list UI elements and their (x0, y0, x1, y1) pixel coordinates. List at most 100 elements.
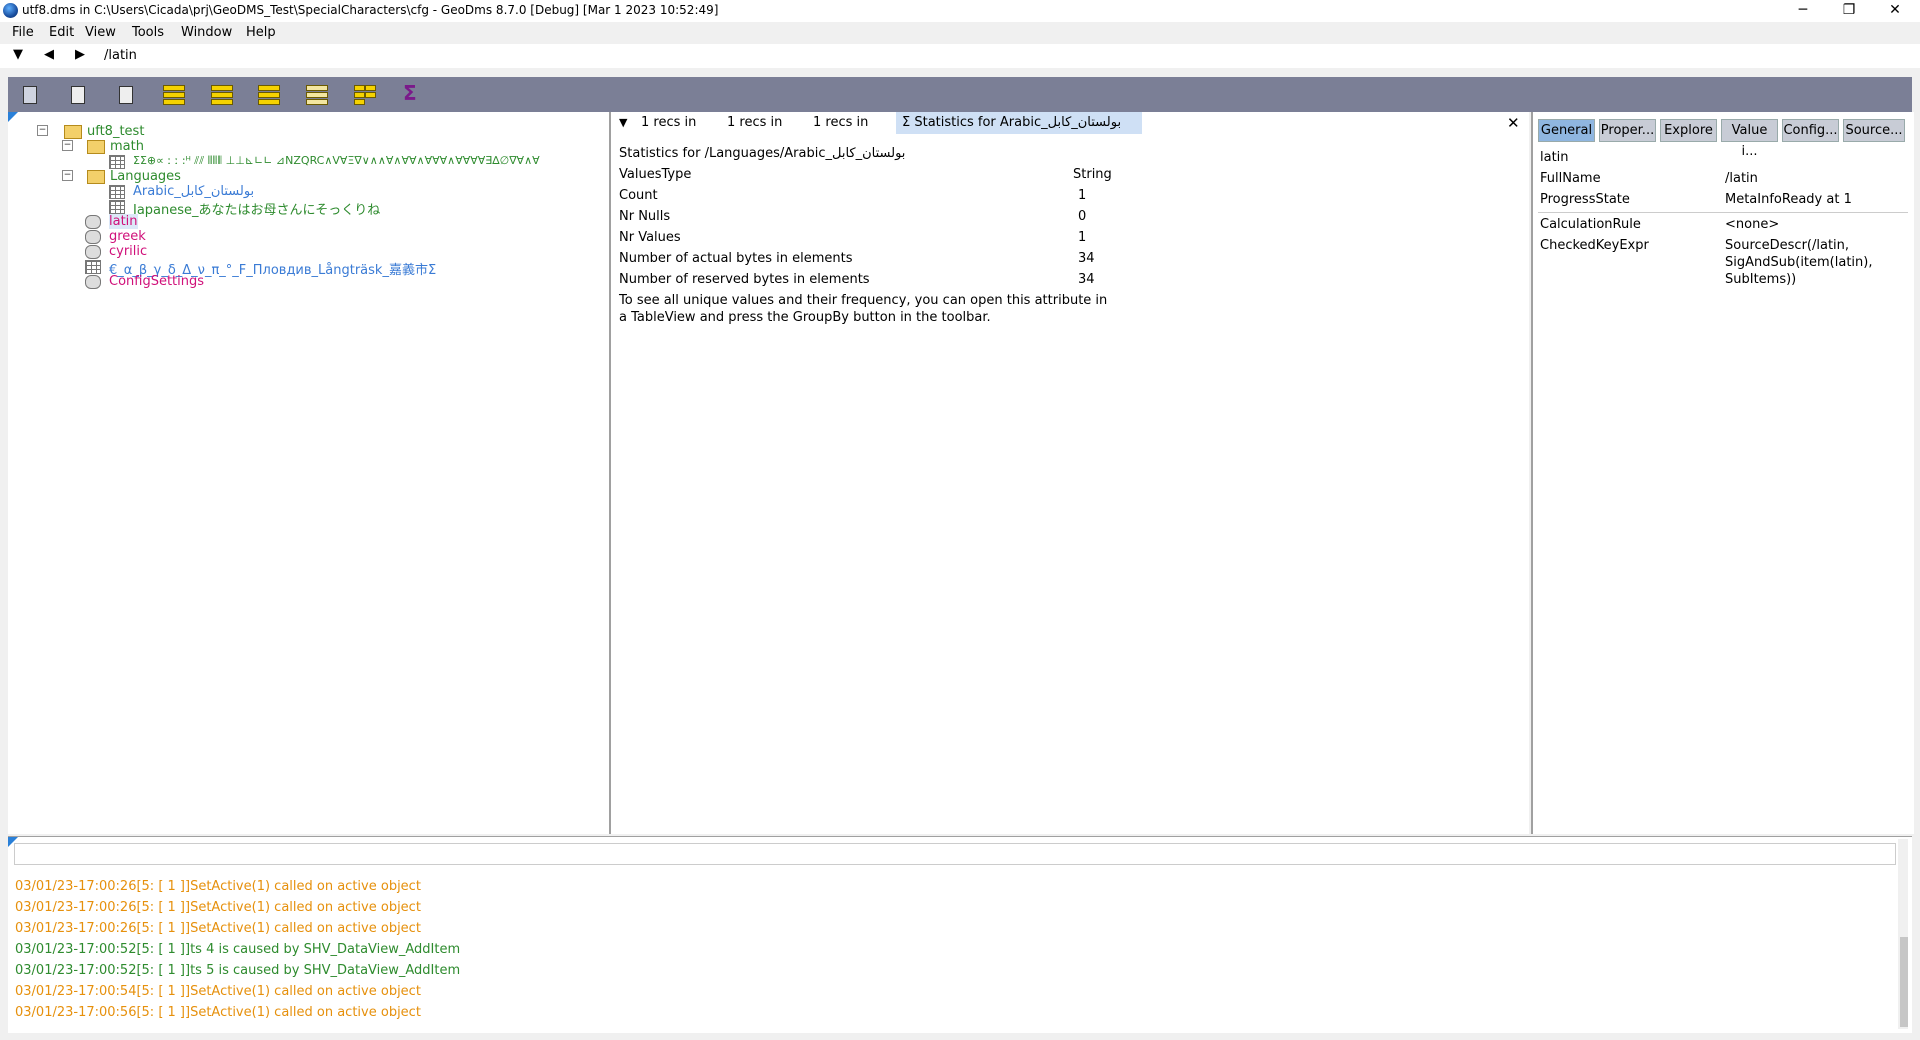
dropdown-icon[interactable]: ▼ (13, 47, 23, 62)
tab-recs-1[interactable]: 1 recs in (641, 112, 696, 134)
item-name: latin (1540, 150, 1569, 165)
stat-value: 1 (1078, 188, 1087, 203)
statistics-sigma-icon[interactable]: Σ (400, 81, 424, 107)
tree-item-cyrilic[interactable]: cyrilic (109, 244, 147, 259)
prop-key: FullName (1540, 171, 1601, 186)
folder-icon (64, 125, 82, 139)
stat-label: ValuesType (619, 167, 692, 182)
table-icon (109, 155, 125, 169)
menu-view[interactable]: View (85, 25, 116, 40)
groupby-hint: To see all unique values and their frequ… (619, 293, 1108, 308)
log-line: 03/01/23-17:00:54[5: [ 1 ]]SetActive(1) … (15, 984, 421, 999)
toolbar: Σ (8, 77, 1912, 112)
log-line: 03/01/23-17:00:26[5: [ 1 ]]SetActive(1) … (15, 921, 421, 936)
tab-value-info[interactable]: Value i... (1721, 119, 1778, 159)
unit-icon (85, 245, 101, 259)
tree-item-special-characters[interactable]: €_α_β_γ_δ_Δ_ν_π_°_F_Пловдив_Långträsk_嘉義… (109, 259, 436, 278)
save-icon[interactable] (18, 83, 42, 107)
menu-bar: File Edit View Tools Window Help (0, 22, 1920, 44)
current-path-input[interactable]: /latin (104, 48, 137, 63)
detail-pages: General Proper... Explore Value i... Con… (1531, 112, 1914, 834)
stat-value: 1 (1078, 230, 1087, 245)
tree-item-config-settings[interactable]: ConfigSettings (109, 274, 204, 289)
corner-marker-icon (8, 112, 18, 122)
event-log: 03/01/23-17:00:26[5: [ 1 ]]SetActive(1) … (8, 836, 1912, 1033)
unit-icon (85, 230, 101, 244)
collapse-icon[interactable]: − (62, 170, 73, 181)
map-view-icon[interactable] (256, 83, 280, 107)
tab-explore[interactable]: Explore (1660, 119, 1717, 142)
tree-item-math-symbols[interactable]: ΣΣ⊕∝ ː ː :ᴴ ⫽⫽ ⦀⦀⦀ ⊥⊥⊾∟∟ ⊿NZQRC∧V∀Ξ∇∨∧∧∀… (133, 154, 540, 169)
back-icon[interactable]: ◀ (44, 47, 54, 62)
stat-value: 34 (1078, 272, 1095, 287)
tab-general[interactable]: General (1538, 119, 1595, 142)
menu-file[interactable]: File (12, 25, 34, 40)
menu-tools[interactable]: Tools (132, 25, 164, 40)
stat-label: Nr Values (619, 230, 681, 245)
log-line: 03/01/23-17:00:52[5: [ 1 ]]ts 4 is cause… (15, 942, 461, 957)
forward-icon[interactable]: ▶ (75, 47, 85, 62)
collapse-icon[interactable]: − (62, 140, 73, 151)
table-view-cursor-icon[interactable] (209, 83, 233, 107)
tab-recs-2[interactable]: 1 recs in (727, 112, 782, 134)
tab-source[interactable]: Source... (1843, 119, 1905, 142)
stat-value: String (1073, 167, 1112, 182)
close-tab-icon[interactable]: ✕ (1507, 112, 1520, 134)
copy-icon[interactable] (66, 83, 90, 107)
paste-icon[interactable] (114, 83, 138, 107)
divider (1538, 212, 1908, 213)
log-line: 03/01/23-17:00:52[5: [ 1 ]]ts 5 is cause… (15, 963, 461, 978)
log-filter-input[interactable] (14, 843, 1896, 865)
prop-value: SigAndSub(item(latin), (1725, 255, 1873, 270)
tab-statistics[interactable]: Σ Statistics for Arabic_بولستان_كابل (896, 112, 1142, 134)
folder-icon (87, 140, 105, 154)
menu-window[interactable]: Window (181, 25, 232, 40)
tree-item-languages[interactable]: Languages (110, 169, 181, 184)
split-view-icon[interactable] (352, 83, 376, 107)
prop-value: /latin (1725, 171, 1758, 186)
statistics-heading: Statistics for /Languages/Arabic_بولستان… (619, 146, 906, 161)
log-line: 03/01/23-17:00:26[5: [ 1 ]]SetActive(1) … (15, 900, 421, 915)
log-line: 03/01/23-17:00:56[5: [ 1 ]]SetActive(1) … (15, 1005, 421, 1020)
tab-recs-3[interactable]: 1 recs in (813, 112, 868, 134)
geodms-app-icon (3, 3, 18, 18)
tab-properties[interactable]: Proper... (1599, 119, 1656, 142)
table-icon (109, 200, 125, 214)
tree-item-root[interactable]: uft8_test (87, 124, 144, 139)
unit-icon (85, 215, 101, 229)
stat-value: 34 (1078, 251, 1095, 266)
stat-label: Count (619, 188, 658, 203)
tree-item-greek[interactable]: greek (109, 229, 146, 244)
tab-filter-icon[interactable]: ▼ (619, 112, 627, 134)
menu-edit[interactable]: Edit (49, 25, 74, 40)
tree-item-japanese[interactable]: Japanese_あなたはお母さんにそっくりね (133, 199, 380, 218)
menu-help[interactable]: Help (246, 25, 276, 40)
window-title: utf8.dms in C:\Users\Cicada\prj\GeoDMS_T… (22, 3, 719, 17)
minimize-button[interactable]: ─ (1780, 0, 1826, 22)
prop-key: CheckedKeyExpr (1540, 238, 1649, 253)
tree-item-arabic[interactable]: Arabic_بولستان_كابل (133, 184, 254, 199)
stat-label: Number of actual bytes in elements (619, 251, 853, 266)
log-line: 03/01/23-17:00:26[5: [ 1 ]]SetActive(1) … (15, 879, 421, 894)
prop-value: SourceDescr(/latin, (1725, 238, 1850, 253)
prop-value: SubItems)) (1725, 272, 1797, 287)
prop-value: MetaInfoReady at 1 (1725, 192, 1852, 207)
prop-key: CalculationRule (1540, 217, 1641, 232)
prop-key: ProgressState (1540, 192, 1630, 207)
statistics-view: ▼ 1 recs in 1 recs in 1 recs in Σ Statis… (611, 112, 1529, 834)
stat-label: Nr Nulls (619, 209, 671, 224)
restore-button[interactable]: ❐ (1826, 0, 1872, 22)
tree-item-math[interactable]: math (110, 139, 144, 154)
tab-config[interactable]: Config... (1782, 119, 1839, 142)
title-bar: utf8.dms in C:\Users\Cicada\prj\GeoDMS_T… (0, 0, 1920, 22)
list-view-icon[interactable] (304, 83, 328, 107)
table-view-icon[interactable] (161, 83, 185, 107)
unit-icon (85, 275, 101, 289)
collapse-icon[interactable]: − (37, 125, 48, 136)
folder-icon (87, 170, 105, 184)
tree-item-latin[interactable]: latin (109, 214, 138, 229)
stat-label: Number of reserved bytes in elements (619, 272, 870, 287)
log-scrollbar-thumb[interactable] (1900, 937, 1908, 1027)
close-window-button[interactable]: ✕ (1872, 0, 1918, 22)
prop-value: <none> (1725, 217, 1780, 232)
